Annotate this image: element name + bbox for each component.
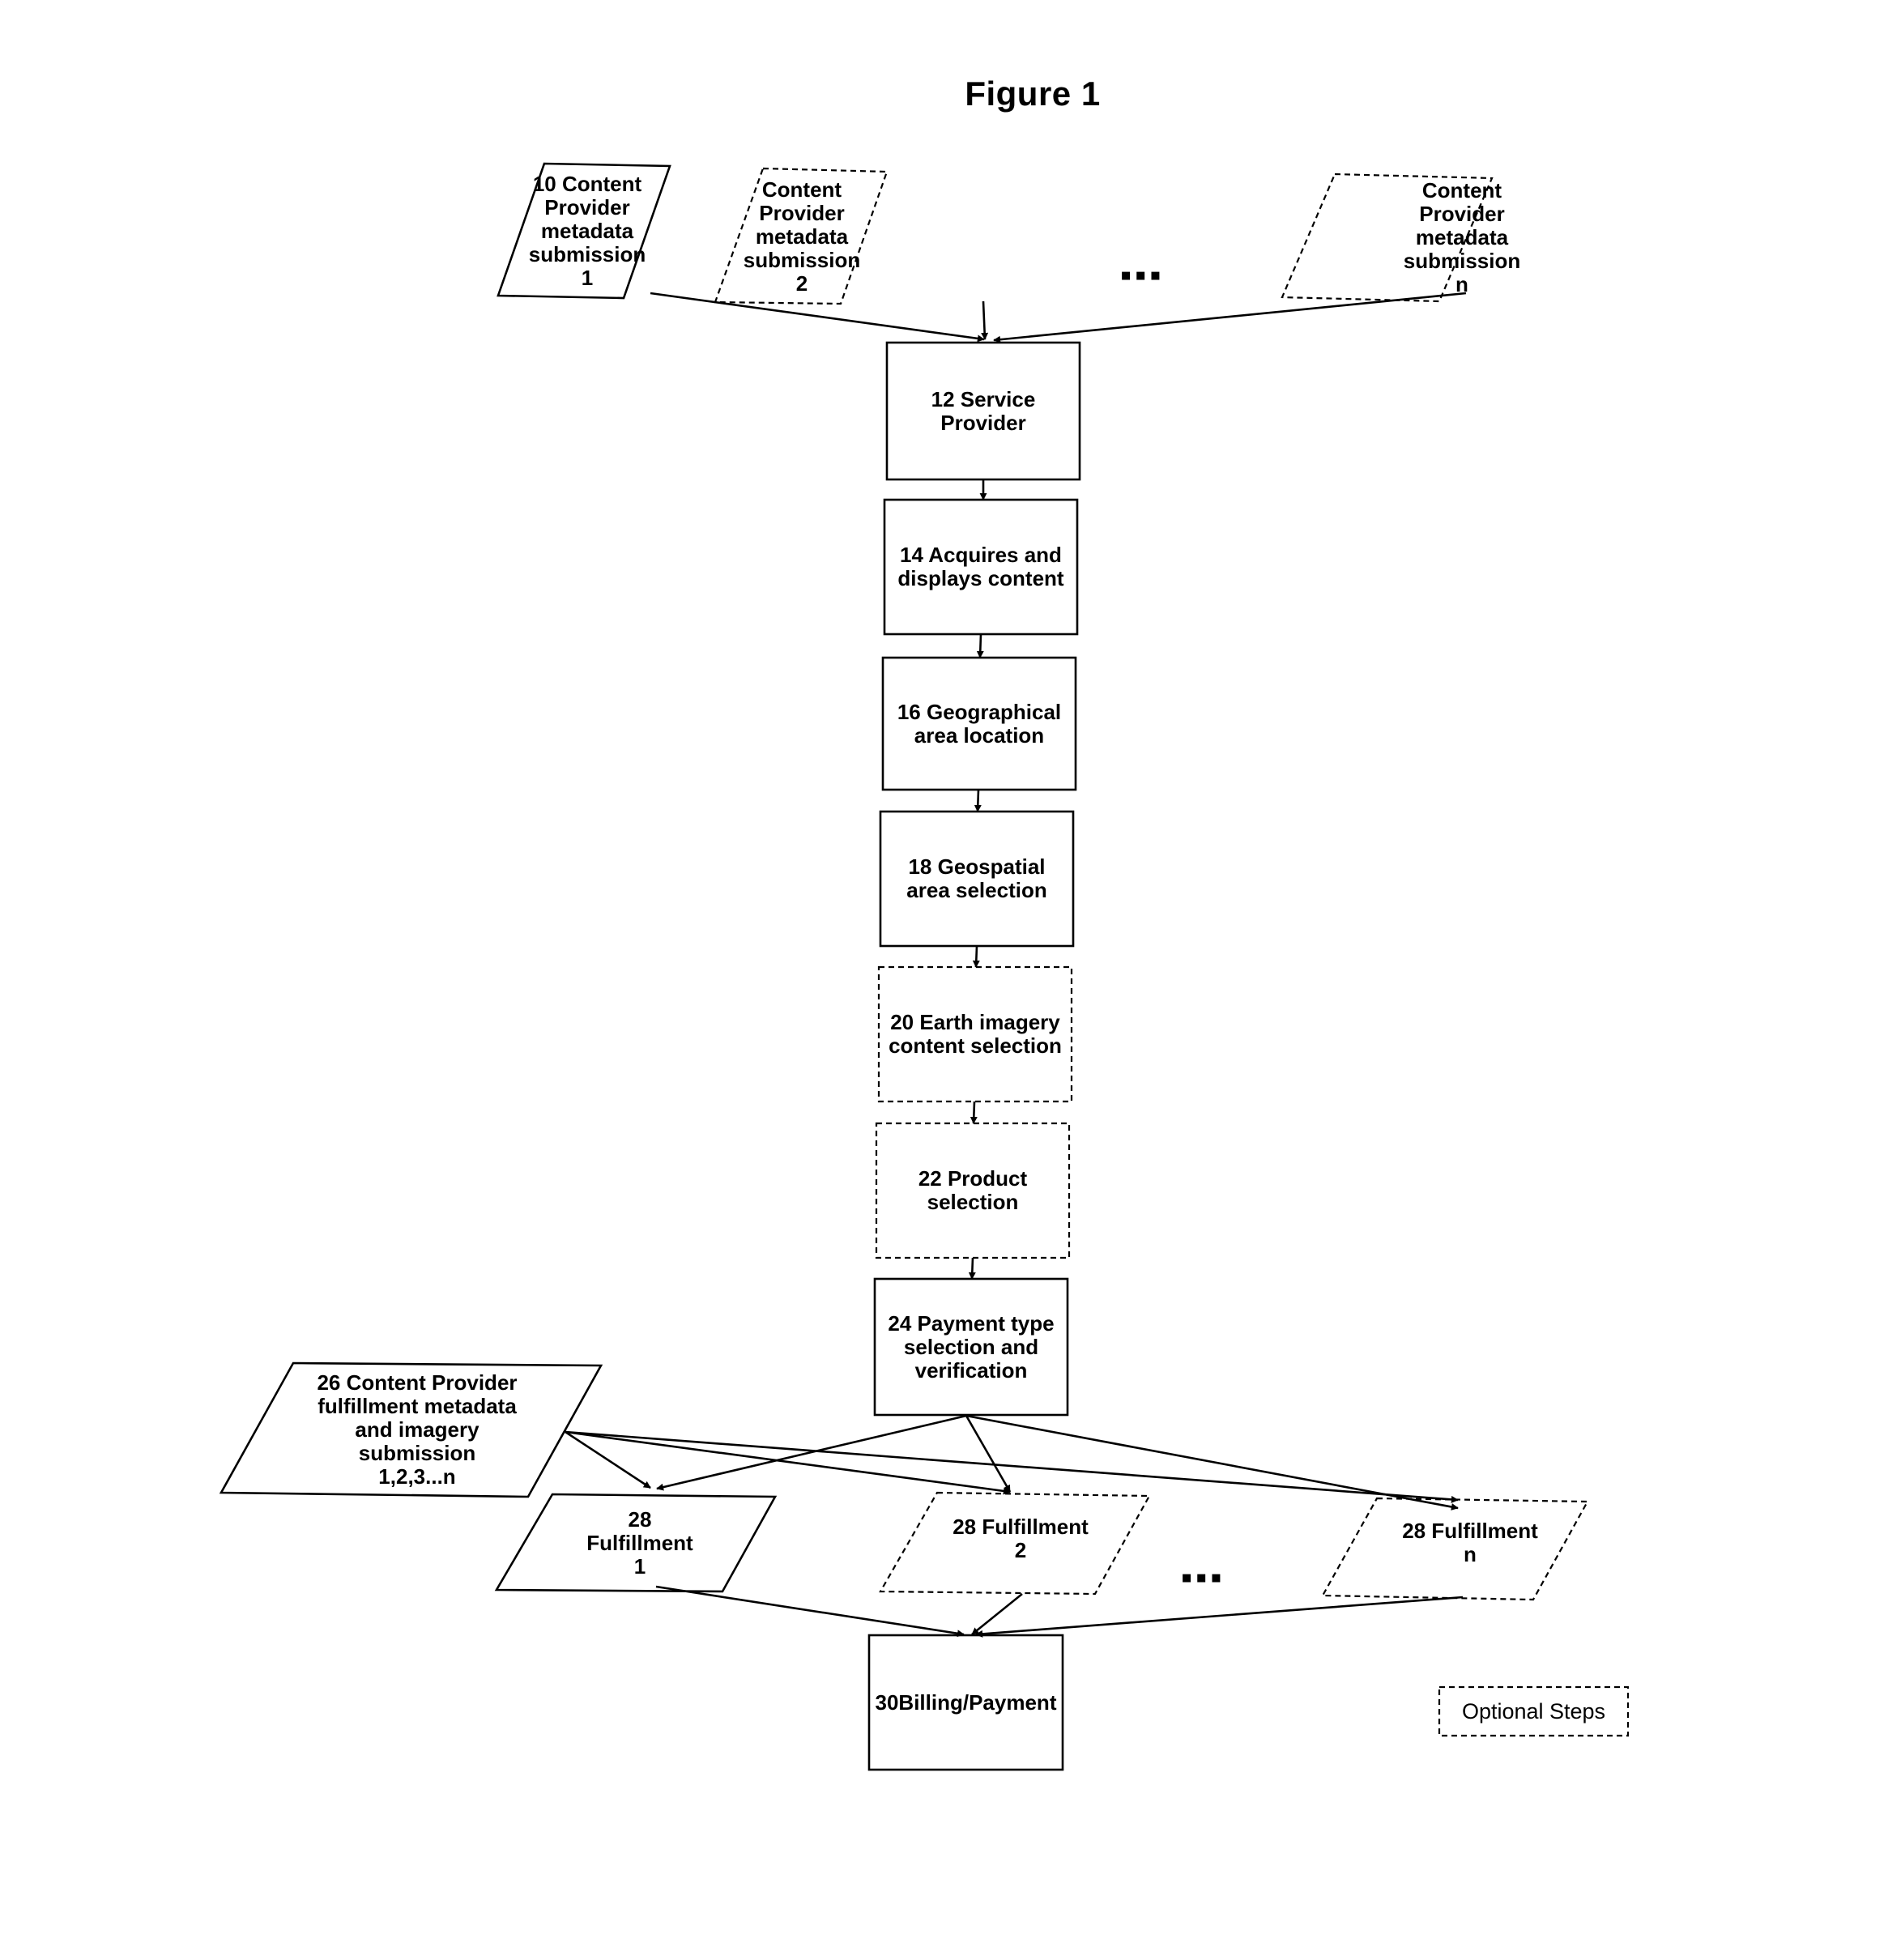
- node-n18-label: 18 Geospatial area selection: [906, 854, 1047, 902]
- node-n28a-label: 28 Fulfillment 1: [586, 1506, 693, 1579]
- edge-n10b-to-n12: [981, 300, 989, 340]
- node-n14-label: 14 Acquires and displays content: [897, 543, 1064, 590]
- edge-n24-to-n28a: [656, 1414, 967, 1491]
- node-n24-label: 24 Payment type selection and verificati…: [888, 1310, 1055, 1383]
- edge-n28n-to-n30: [975, 1596, 1464, 1638]
- node-n28n-label: 28 Fulfillment n: [1402, 1519, 1538, 1566]
- node-n10-label: 10 Content Provider metadata submission …: [528, 171, 646, 290]
- node-n20-label: 20 Earth imagery content selection: [889, 1010, 1062, 1058]
- node-n10n-label: Content Provider metadata submission n: [1403, 177, 1521, 296]
- node-n26-label: 26 Content Provider fulfillment metadata…: [317, 1370, 518, 1489]
- node-n16-label: 16 Geographical area location: [897, 699, 1062, 748]
- edge-n18-to-n20: [972, 945, 980, 968]
- legend-label: Optional Steps: [1461, 1698, 1606, 1724]
- ellipsis-top: ▪▪▪: [1120, 258, 1165, 293]
- edge-n10n-to-n12: [993, 292, 1467, 343]
- node-n12-label: 12 Service Provider: [931, 386, 1036, 435]
- edge-n26-to-n28b: [565, 1430, 1011, 1495]
- edge-n26-to-n28n: [565, 1430, 1459, 1503]
- edge-n26-to-n28a: [565, 1430, 651, 1489]
- figure-title: Figure 1: [965, 75, 1101, 113]
- ellipsis-bottom: ▪▪▪: [1181, 1560, 1225, 1596]
- edge-n22-to-n24: [968, 1257, 976, 1280]
- edge-n24-to-n28b: [965, 1415, 1012, 1493]
- edge-n28b-to-n30: [971, 1592, 1023, 1636]
- node-n30-label: 30Billing/Payment: [875, 1689, 1057, 1715]
- edge-n14-to-n16: [976, 633, 984, 658]
- node-n22-label: 22 Product selection: [918, 1166, 1028, 1214]
- node-n28b-label: 28 Fulfillment 2: [953, 1515, 1089, 1562]
- edge-n28a-to-n30: [655, 1585, 965, 1638]
- node-n10b-label: Content Provider metadata submission 2: [743, 177, 861, 296]
